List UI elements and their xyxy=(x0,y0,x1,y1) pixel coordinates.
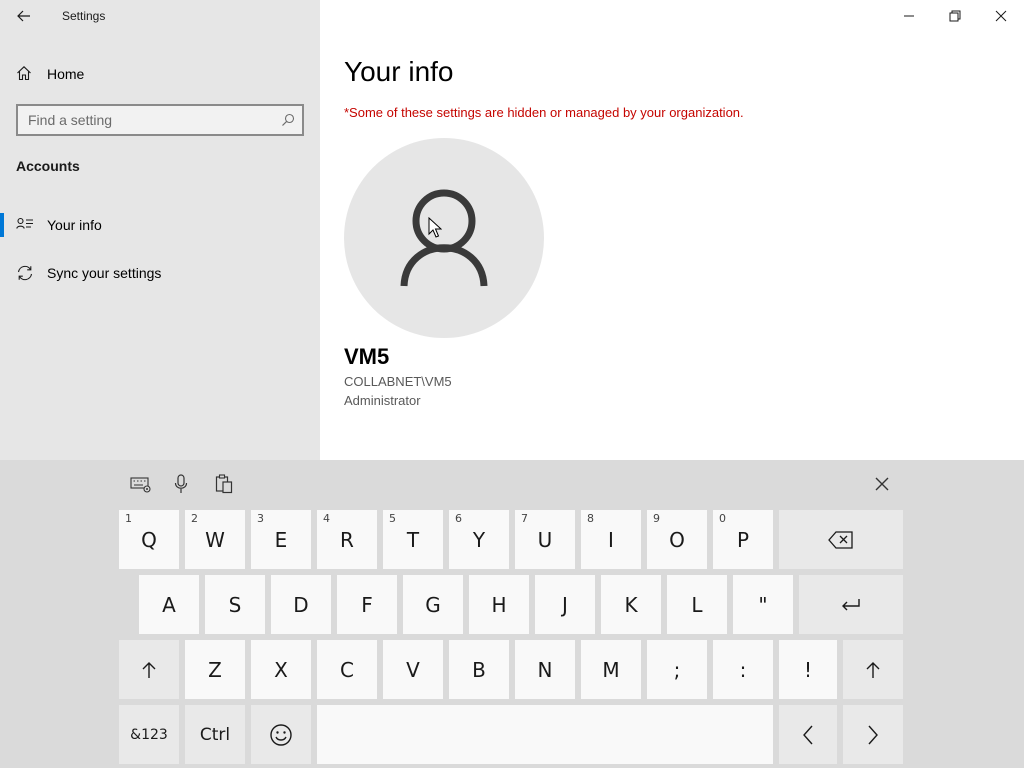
search-input[interactable] xyxy=(18,106,268,134)
user-domain: COLLABNET\VM5 xyxy=(344,374,452,389)
nav-home-label: Home xyxy=(47,66,85,82)
close-icon xyxy=(995,10,1007,22)
close-icon xyxy=(875,477,889,491)
key-q[interactable]: 1Q xyxy=(119,510,179,569)
microphone-icon xyxy=(174,474,188,493)
key-e[interactable]: 3E xyxy=(251,510,311,569)
key-shift-left[interactable] xyxy=(119,640,179,699)
enter-icon xyxy=(842,598,860,610)
key-r[interactable]: 4R xyxy=(317,510,377,569)
key-w[interactable]: 2W xyxy=(185,510,245,569)
minimize-icon xyxy=(904,15,914,17)
key-z[interactable]: Z xyxy=(185,640,245,699)
key-emoji[interactable] xyxy=(251,705,311,764)
restore-button[interactable] xyxy=(932,0,978,32)
key-o[interactable]: 9O xyxy=(647,510,707,569)
key-colon[interactable]: : xyxy=(713,640,773,699)
shift-icon xyxy=(142,661,156,678)
user-role: Administrator xyxy=(344,393,421,408)
key-x[interactable]: X xyxy=(251,640,311,699)
key-h[interactable]: H xyxy=(469,575,529,634)
app-title: Settings xyxy=(62,9,106,23)
key-j[interactable]: J xyxy=(535,575,595,634)
page-title: Your info xyxy=(344,56,454,87)
section-title-accounts: Accounts xyxy=(16,158,80,174)
emoji-icon xyxy=(270,723,292,746)
key-exclamation[interactable]: ! xyxy=(779,640,837,699)
mouse-cursor-icon xyxy=(428,217,442,238)
selection-indicator xyxy=(0,213,4,237)
key-g[interactable]: G xyxy=(403,575,463,634)
minimize-button[interactable] xyxy=(886,0,932,32)
keyboard-close-button[interactable] xyxy=(868,472,896,496)
keyboard-settings-button[interactable] xyxy=(128,472,154,496)
sidebar-item-sync-settings[interactable]: Sync your settings xyxy=(0,255,320,291)
key-i[interactable]: 8I xyxy=(581,510,641,569)
key-u[interactable]: 7U xyxy=(515,510,575,569)
backspace-icon xyxy=(828,530,853,549)
contact-card-icon xyxy=(16,217,33,229)
keyboard-settings-icon xyxy=(130,477,151,493)
key-ctrl[interactable]: Ctrl xyxy=(185,705,245,764)
key-s[interactable]: S xyxy=(205,575,265,634)
key-v[interactable]: V xyxy=(383,640,443,699)
key-y[interactable]: 6Y xyxy=(449,510,509,569)
clipboard-button[interactable] xyxy=(211,472,237,496)
person-icon xyxy=(400,189,488,287)
key-enter[interactable] xyxy=(799,575,903,634)
key-m[interactable]: M xyxy=(581,640,641,699)
search-box xyxy=(16,104,304,136)
close-button[interactable] xyxy=(978,0,1024,32)
search-icon[interactable] xyxy=(281,113,295,127)
dictation-button[interactable] xyxy=(168,472,194,496)
user-name: VM5 xyxy=(344,344,390,369)
key-symbols[interactable]: &123 xyxy=(119,705,179,764)
key-f[interactable]: F xyxy=(337,575,397,634)
restore-icon xyxy=(949,10,961,22)
sync-icon xyxy=(17,265,33,281)
avatar[interactable] xyxy=(344,138,544,338)
chevron-left-icon xyxy=(803,725,813,744)
key-shift-right[interactable] xyxy=(843,640,903,699)
back-arrow-icon xyxy=(17,10,30,22)
home-icon xyxy=(17,66,31,81)
key-c[interactable]: C xyxy=(317,640,377,699)
key-b[interactable]: B xyxy=(449,640,509,699)
key-n[interactable]: N xyxy=(515,640,575,699)
clipboard-icon xyxy=(215,474,233,494)
key-space[interactable] xyxy=(317,705,773,764)
touch-keyboard: 1Q 2W 3E 4R 5T 6Y 7U 8I 9O 0P A S D F G … xyxy=(0,460,1024,768)
key-quote[interactable]: " xyxy=(733,575,793,634)
key-backspace[interactable] xyxy=(779,510,903,569)
key-k[interactable]: K xyxy=(601,575,661,634)
key-semicolon[interactable]: ; xyxy=(647,640,707,699)
sidebar-item-label: Sync your settings xyxy=(47,265,162,281)
key-a[interactable]: A xyxy=(139,575,199,634)
key-t[interactable]: 5T xyxy=(383,510,443,569)
sidebar: Settings Home Accounts Your info Sync yo xyxy=(0,0,320,460)
key-right-arrow[interactable] xyxy=(843,705,903,764)
chevron-right-icon xyxy=(868,725,878,744)
sidebar-item-your-info[interactable]: Your info xyxy=(0,207,320,243)
key-left-arrow[interactable] xyxy=(779,705,837,764)
org-managed-notice: *Some of these settings are hidden or ma… xyxy=(344,105,744,120)
key-d[interactable]: D xyxy=(271,575,331,634)
key-p[interactable]: 0P xyxy=(713,510,773,569)
key-l[interactable]: L xyxy=(667,575,727,634)
shift-icon xyxy=(866,661,880,678)
sidebar-item-label: Your info xyxy=(47,217,102,233)
back-button[interactable] xyxy=(8,4,40,28)
nav-home[interactable]: Home xyxy=(0,56,320,90)
